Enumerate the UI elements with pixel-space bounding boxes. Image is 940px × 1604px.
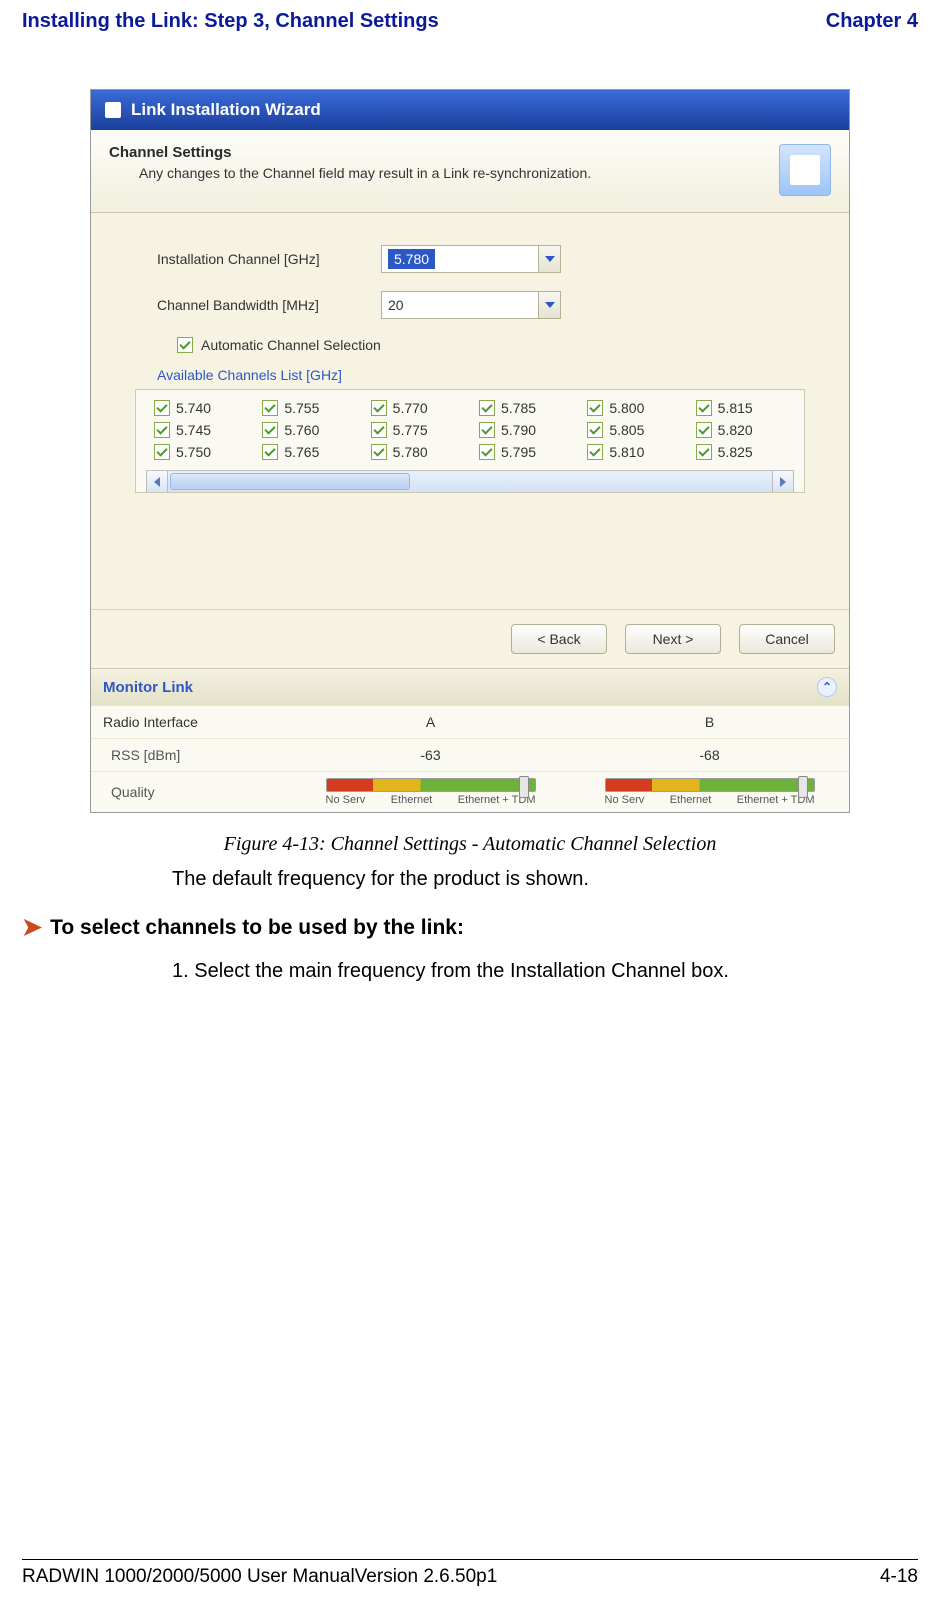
channel-item[interactable]: 5.780: [371, 444, 461, 460]
install-channel-select[interactable]: 5.780: [381, 245, 561, 273]
checkbox-icon[interactable]: [696, 444, 712, 460]
quality-bar-b: [605, 778, 815, 792]
figure-caption: Figure 4-13: Channel Settings - Automati…: [62, 833, 878, 856]
checkbox-icon[interactable]: [696, 400, 712, 416]
monitor-icon: [779, 144, 831, 196]
body-paragraph: The default frequency for the product is…: [172, 868, 918, 891]
quality-bar-a: [326, 778, 536, 792]
rss-value-b: -68: [699, 747, 719, 763]
channel-item[interactable]: 5.810: [587, 444, 677, 460]
wizard-title: Link Installation Wizard: [131, 100, 321, 120]
channel-item[interactable]: 5.755: [262, 400, 352, 416]
checkbox-icon[interactable]: [154, 422, 170, 438]
checkbox-icon[interactable]: [479, 444, 495, 460]
channel-item[interactable]: 5.775: [371, 422, 461, 438]
available-channels-label: Available Channels List [GHz]: [117, 367, 823, 383]
acs-label: Automatic Channel Selection: [201, 337, 381, 353]
channel-item[interactable]: 5.820: [696, 422, 786, 438]
triangle-icon: ➤: [22, 913, 42, 942]
scroll-left-icon[interactable]: [146, 471, 168, 492]
checkbox-icon[interactable]: [371, 444, 387, 460]
channel-item[interactable]: 5.785: [479, 400, 569, 416]
quality-legend-b: No Serv Ethernet Ethernet + TDM: [605, 794, 815, 806]
next-button[interactable]: Next >: [625, 624, 721, 654]
checkbox-icon[interactable]: [479, 400, 495, 416]
column-b-header: B: [570, 708, 849, 736]
acs-checkbox[interactable]: [177, 337, 193, 353]
checkbox-icon[interactable]: [262, 422, 278, 438]
wizard-section-title: Channel Settings: [109, 144, 232, 161]
channel-item[interactable]: 5.795: [479, 444, 569, 460]
footer-page-number: 4-18: [880, 1566, 918, 1588]
install-channel-value: 5.780: [388, 249, 435, 269]
footer-left: RADWIN 1000/2000/5000 User ManualVersion…: [22, 1566, 497, 1588]
checkbox-icon[interactable]: [479, 422, 495, 438]
bandwidth-value: 20: [388, 297, 404, 313]
doc-chapter: Chapter 4: [826, 10, 918, 33]
horizontal-scrollbar[interactable]: [146, 470, 794, 492]
wizard-header: Channel Settings Any changes to the Chan…: [91, 130, 849, 213]
channel-item[interactable]: 5.765: [262, 444, 352, 460]
checkbox-icon[interactable]: [371, 400, 387, 416]
collapse-icon[interactable]: ⌃: [817, 677, 837, 697]
channel-item[interactable]: 5.750: [154, 444, 244, 460]
channel-item[interactable]: 5.805: [587, 422, 677, 438]
channel-item[interactable]: 5.760: [262, 422, 352, 438]
channel-item[interactable]: 5.800: [587, 400, 677, 416]
rss-value-a: -63: [420, 747, 440, 763]
procedure-heading: To select channels to be used by the lin…: [50, 916, 464, 940]
wizard-window: Link Installation Wizard Channel Setting…: [90, 89, 850, 813]
checkbox-icon[interactable]: [587, 400, 603, 416]
install-channel-label: Installation Channel [GHz]: [157, 251, 367, 267]
available-channels-box: 5.740 5.755 5.770 5.785 5.800 5.815 5.74…: [135, 389, 805, 493]
scroll-right-icon[interactable]: [772, 471, 794, 492]
scroll-thumb[interactable]: [170, 473, 410, 490]
radio-interface-label: Radio Interface: [91, 706, 291, 738]
channel-item[interactable]: 5.815: [696, 400, 786, 416]
checkbox-icon[interactable]: [371, 422, 387, 438]
checkbox-icon[interactable]: [587, 444, 603, 460]
column-a-header: A: [291, 708, 570, 736]
chevron-down-icon[interactable]: [538, 246, 560, 272]
checkbox-icon[interactable]: [154, 400, 170, 416]
back-button[interactable]: < Back: [511, 624, 607, 654]
channel-item[interactable]: 5.825: [696, 444, 786, 460]
channel-item[interactable]: 5.790: [479, 422, 569, 438]
chevron-down-icon[interactable]: [538, 292, 560, 318]
cancel-button[interactable]: Cancel: [739, 624, 835, 654]
channel-item[interactable]: 5.745: [154, 422, 244, 438]
procedure-step: 1. Select the main frequency from the In…: [172, 960, 918, 983]
bandwidth-label: Channel Bandwidth [MHz]: [157, 297, 367, 313]
checkbox-icon[interactable]: [262, 400, 278, 416]
rss-label: RSS [dBm]: [91, 739, 291, 771]
checkbox-icon[interactable]: [587, 422, 603, 438]
wizard-section-subtitle: Any changes to the Channel field may res…: [109, 161, 591, 181]
monitor-link-title: Monitor Link: [103, 679, 193, 696]
quality-legend-a: No Serv Ethernet Ethernet + TDM: [326, 794, 536, 806]
checkbox-icon[interactable]: [154, 444, 170, 460]
app-icon: [105, 102, 121, 118]
bandwidth-select[interactable]: 20: [381, 291, 561, 319]
checkbox-icon[interactable]: [696, 422, 712, 438]
quality-label: Quality: [91, 776, 291, 808]
channel-item[interactable]: 5.770: [371, 400, 461, 416]
wizard-titlebar: Link Installation Wizard: [91, 90, 849, 130]
checkbox-icon[interactable]: [262, 444, 278, 460]
doc-section-title: Installing the Link: Step 3, Channel Set…: [22, 10, 439, 33]
channel-item[interactable]: 5.740: [154, 400, 244, 416]
